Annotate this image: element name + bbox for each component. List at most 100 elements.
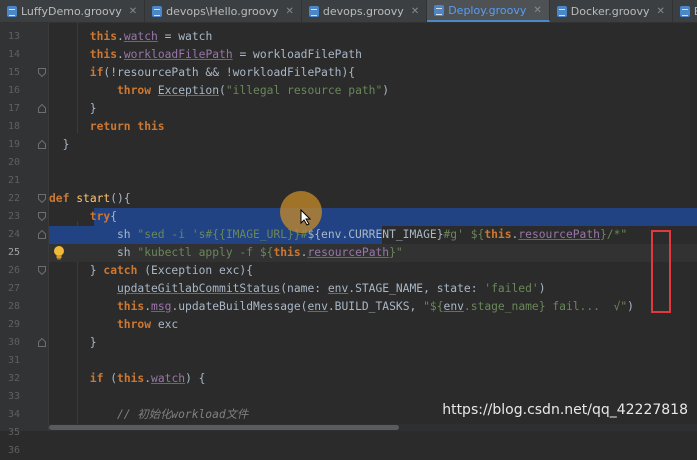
gutter-line[interactable]: 17 — [0, 100, 48, 118]
line-number: 21 — [7, 175, 20, 186]
code-line[interactable]: this.msg.updateBuildMessage(env.BUILD_TA… — [49, 298, 697, 316]
gutter-line[interactable]: 15 — [0, 64, 48, 82]
code-token: resourcePath — [518, 228, 600, 241]
code-token: sh — [117, 228, 138, 241]
gutter-line[interactable]: 34 — [0, 406, 48, 424]
close-icon[interactable]: ✕ — [533, 5, 541, 16]
code-token: } — [89, 264, 104, 277]
code-token: def — [49, 192, 77, 205]
gutter-line[interactable]: 31 — [0, 352, 48, 370]
code-line[interactable]: return this — [49, 118, 697, 136]
code-line[interactable] — [49, 172, 697, 190]
code-line[interactable]: sh "sed -i 's#{{IMAGE_URL}}#${env.CURREN… — [49, 226, 697, 244]
line-number: 23 — [7, 211, 20, 222]
fold-marker-icon[interactable] — [38, 230, 46, 239]
code-token: . — [144, 300, 152, 313]
gutter-line[interactable]: 16 — [0, 82, 48, 100]
lightbulb-icon[interactable] — [52, 245, 66, 261]
code-line[interactable] — [49, 154, 697, 172]
code-line[interactable]: sh "kubectl apply -f ${this.resourcePath… — [49, 244, 697, 262]
line-number: 19 — [7, 139, 20, 150]
fold-marker-icon[interactable] — [38, 194, 46, 203]
code-token: (!resourcePath && !workloadFilePath){ — [103, 66, 356, 79]
gutter-line[interactable]: 23 — [0, 208, 48, 226]
tab-buildmessage-groovy[interactable]: BuildMessage.groovy✕ — [673, 0, 697, 22]
code-line[interactable]: } catch (Exception exc){ — [49, 262, 697, 280]
code-token: = watch — [157, 30, 213, 43]
code-token: env — [443, 300, 464, 313]
code-token: ( — [110, 372, 118, 385]
code-line[interactable]: this.workloadFilePath = workloadFilePath — [49, 46, 697, 64]
gutter-line[interactable]: 14 — [0, 46, 48, 64]
code-line[interactable]: def start(){ — [49, 190, 697, 208]
code-token: } — [62, 138, 70, 151]
gutter-line[interactable]: 35 — [0, 424, 48, 442]
code-line[interactable]: if(!resourcePath && !workloadFilePath){ — [49, 64, 697, 82]
tab-label: Docker.groovy — [570, 4, 650, 18]
gutter-line[interactable]: 30 — [0, 334, 48, 352]
gutter-line[interactable]: 20 — [0, 154, 48, 172]
gutter-line[interactable]: 26 — [0, 262, 48, 280]
tab-luffydemo-groovy[interactable]: LuffyDemo.groovy ✕ — [0, 0, 146, 22]
code-line[interactable]: try{ — [49, 208, 697, 226]
gutter-line[interactable]: 27 — [0, 280, 48, 298]
gutter-line[interactable]: 21 — [0, 172, 48, 190]
gutter-line[interactable]: 22 — [0, 190, 48, 208]
tab-deploy-groovy[interactable]: Deploy.groovy ✕ — [427, 0, 550, 22]
fold-marker-icon[interactable] — [38, 212, 46, 221]
gutter-line[interactable]: 32 — [0, 370, 48, 388]
line-number: 31 — [7, 355, 20, 366]
code-line[interactable]: } — [49, 100, 697, 118]
fold-marker-icon[interactable] — [38, 140, 46, 149]
code-line[interactable]: updateGitlabCommitStatus(name: env.STAGE… — [49, 280, 697, 298]
gutter-line[interactable]: 25 — [0, 244, 64, 262]
gutter-line[interactable]: 29 — [0, 316, 48, 334]
code-token: if — [89, 372, 111, 385]
code-line[interactable]: throw exc — [49, 316, 697, 334]
gutter-line[interactable]: 24 — [0, 226, 48, 244]
tab-devops-hello-groovy[interactable]: devops\Hello.groovy ✕ — [145, 0, 302, 22]
gutter-line[interactable]: 13 — [0, 28, 48, 46]
code-line[interactable]: } — [49, 136, 697, 154]
code-line[interactable]: } — [49, 334, 697, 352]
groovy-file-icon — [679, 5, 690, 17]
code-token: ${env.CURRENT_IMAGE} — [307, 228, 444, 241]
close-icon[interactable]: ✕ — [411, 6, 419, 17]
code-token: (Exception exc){ — [144, 264, 254, 277]
code-token: ) — [382, 84, 390, 97]
tab-docker-groovy[interactable]: Docker.groovy ✕ — [550, 0, 673, 22]
gutter-line[interactable]: 36 — [0, 442, 48, 460]
code-token: name: — [287, 282, 328, 295]
close-icon[interactable]: ✕ — [129, 6, 137, 17]
code-line[interactable]: if (this.watch) { — [49, 370, 697, 388]
fold-marker-icon[interactable] — [38, 266, 46, 275]
code-line[interactable] — [49, 352, 697, 370]
fold-marker-icon[interactable] — [38, 104, 46, 113]
fold-marker-icon[interactable] — [38, 68, 46, 77]
code-token: this — [89, 30, 118, 43]
gutter-line[interactable]: 33 — [0, 388, 48, 406]
groovy-file-icon — [434, 4, 445, 16]
gutter-line[interactable]: 18 — [0, 118, 48, 136]
code-line[interactable]: this.watch = watch — [49, 28, 697, 46]
fold-marker-icon[interactable] — [38, 338, 46, 347]
close-icon[interactable]: ✕ — [657, 6, 665, 17]
gutter-line[interactable]: 19 — [0, 136, 48, 154]
code-token: { — [110, 210, 118, 223]
line-number: 20 — [7, 157, 20, 168]
tab-label: LuffyDemo.groovy — [21, 4, 122, 18]
tab-devops-groovy[interactable]: devops.groovy ✕ — [302, 0, 428, 22]
code-token: msg — [151, 300, 172, 313]
code-token: ( — [219, 84, 226, 97]
code-editor[interactable]: this.watch = watch this.workloadFilePath … — [49, 23, 697, 431]
code-token: this — [117, 372, 145, 385]
code-token: .STAGE_NAME, — [348, 282, 437, 295]
mouse-cursor-icon — [300, 209, 312, 226]
code-token: ${ — [470, 228, 485, 241]
gutter-line[interactable]: 28 — [0, 298, 48, 316]
scrollbar-thumb[interactable] — [49, 425, 399, 430]
close-icon[interactable]: ✕ — [285, 6, 293, 17]
horizontal-scrollbar[interactable] — [49, 424, 697, 431]
code-token: .stage_name} fail... √" — [463, 300, 628, 313]
code-line[interactable]: throw Exception("illegal resource path") — [49, 82, 697, 100]
